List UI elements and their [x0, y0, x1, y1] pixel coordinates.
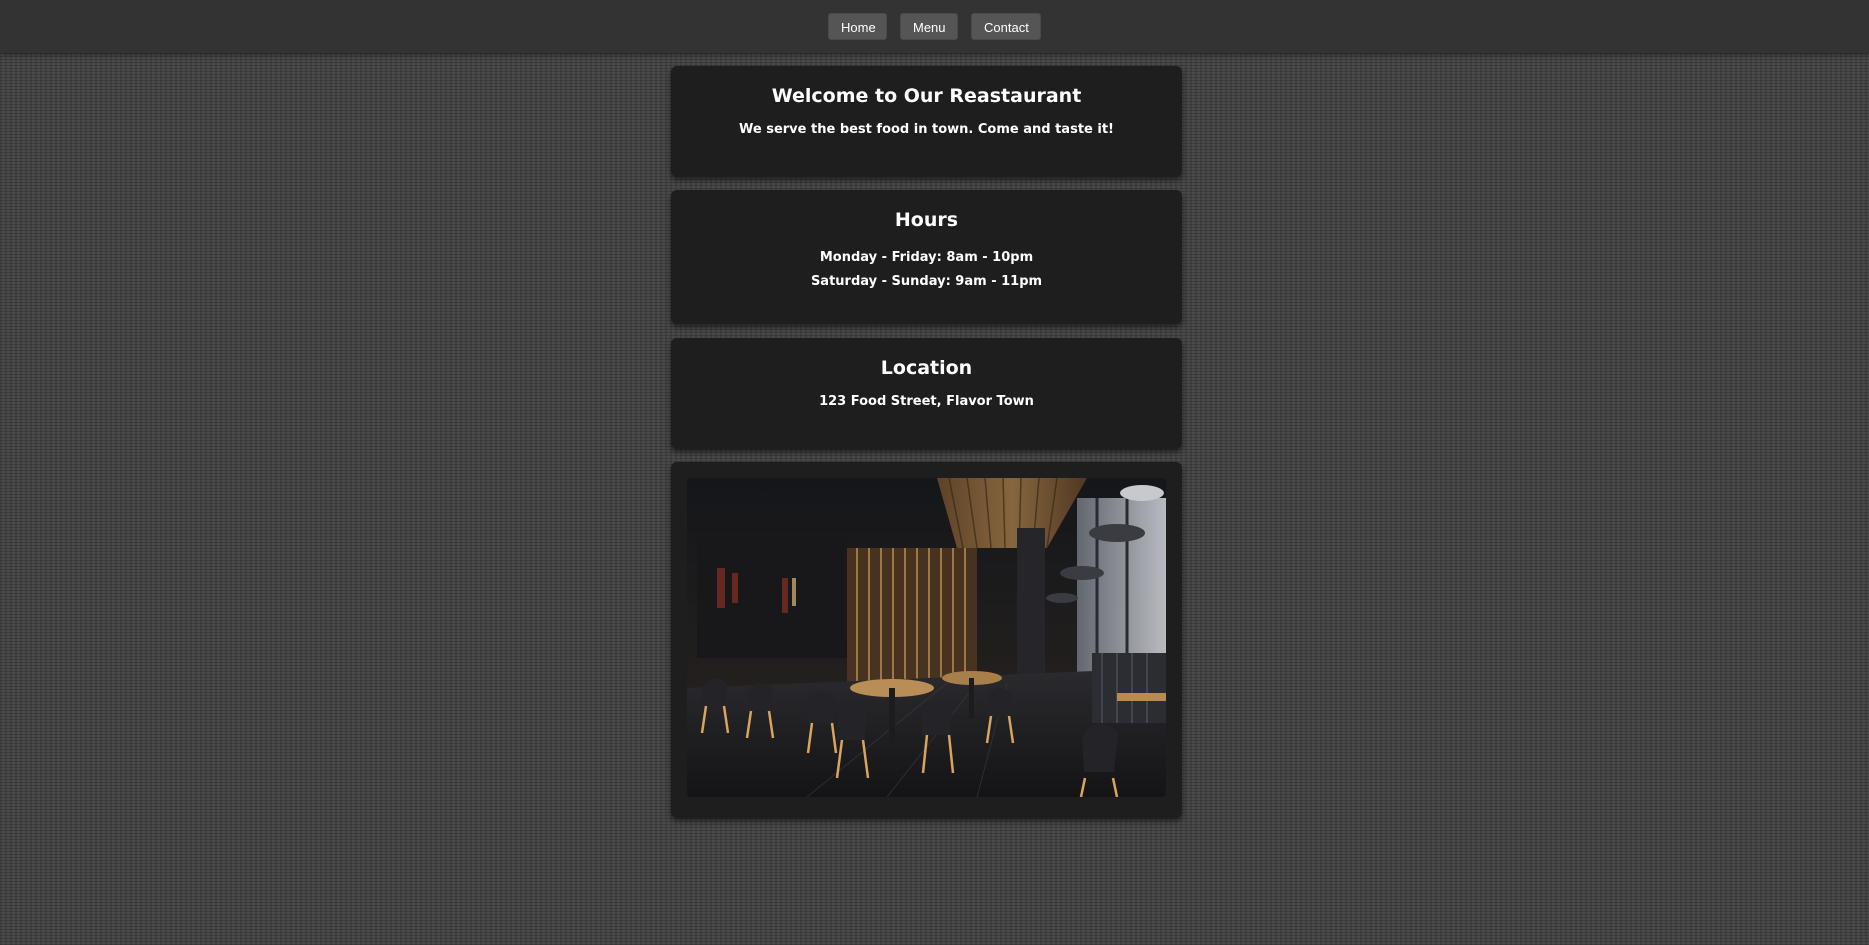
location-card: Location 123 Food Street, Flavor Town — [671, 338, 1182, 449]
hours-weekend: Saturday - Sunday: 9am - 11pm — [810, 274, 1043, 289]
hours-weekdays: Monday - Friday: 8am - 10pm — [819, 250, 1034, 265]
contact-button[interactable]: Contact — [971, 13, 1041, 40]
welcome-title: Welcome to Our Reastaurant — [771, 85, 1082, 107]
restaurant-interior-illustration — [687, 478, 1166, 797]
welcome-card: Welcome to Our Reastaurant We serve the … — [671, 66, 1182, 177]
hours-title: Hours — [894, 209, 959, 231]
top-navbar: Home Menu Contact — [0, 0, 1869, 53]
restaurant-interior-photo — [687, 478, 1166, 797]
home-button[interactable]: Home — [828, 13, 887, 40]
hours-card: Hours Monday - Friday: 8am - 10pm Saturd… — [671, 190, 1182, 324]
photo-card — [671, 462, 1182, 818]
menu-button[interactable]: Menu — [900, 13, 958, 40]
welcome-text: We serve the best food in town. Come and… — [739, 122, 1114, 137]
location-address: 123 Food Street, Flavor Town — [819, 394, 1034, 409]
location-title: Location — [880, 357, 973, 379]
